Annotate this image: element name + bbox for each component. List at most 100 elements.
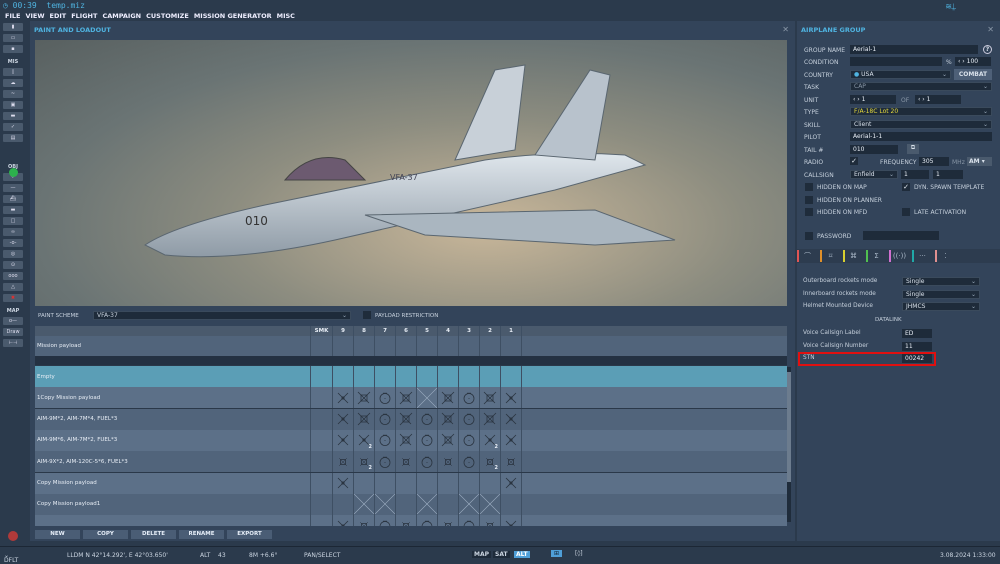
skill-select[interactable]: Client⌄	[850, 120, 992, 129]
payload-cell[interactable]: 2	[353, 451, 374, 472]
payload-cell[interactable]	[500, 494, 521, 515]
sat-button[interactable]: SAT	[493, 551, 510, 558]
payload-cell[interactable]	[353, 515, 374, 526]
mission-payload-row[interactable]: Mission payload	[35, 336, 787, 356]
datalink-input[interactable]: ED	[902, 329, 932, 338]
zone-button[interactable]: ▣	[3, 101, 23, 109]
close-icon[interactable]: ✕	[987, 25, 994, 34]
weather-button[interactable]: ☁	[3, 79, 23, 87]
option-select[interactable]: JHMCS⌄	[902, 302, 980, 311]
payload-cell[interactable]	[416, 387, 437, 408]
menu-edit[interactable]: EDIT	[50, 11, 67, 21]
condition-spinner[interactable]: ‹ › 100	[955, 57, 991, 66]
menu-campaign[interactable]: CAMPAIGN	[102, 11, 141, 21]
station-header[interactable]: 7	[374, 326, 395, 336]
open-button[interactable]: ▭	[3, 34, 23, 42]
country-select[interactable]: ● USA⌄	[850, 70, 951, 79]
payload-cell[interactable]	[416, 366, 437, 387]
payload-cell[interactable]	[479, 366, 500, 387]
menu-flight[interactable]: FLIGHT	[71, 11, 97, 21]
option-select[interactable]: Single⌄	[902, 277, 980, 286]
payload-cell[interactable]	[332, 494, 353, 515]
payload-cell[interactable]	[353, 473, 374, 494]
aircraft-preview[interactable]: 010 VFA-37	[35, 40, 787, 306]
payload-cell[interactable]	[458, 387, 479, 408]
payload-cell[interactable]	[479, 494, 500, 515]
group-name-input[interactable]: Aerial-1	[850, 45, 978, 54]
tab-additional[interactable]: ···	[912, 250, 931, 262]
payload-cell[interactable]	[500, 451, 521, 472]
payload-cell[interactable]	[395, 336, 416, 356]
tab-targets[interactable]: ⌑	[820, 250, 839, 262]
callsign-number-2[interactable]: 1	[933, 170, 963, 179]
payload-cell[interactable]	[479, 387, 500, 408]
payload-cell[interactable]	[332, 336, 353, 356]
delete-button[interactable]: DELETE	[131, 530, 176, 539]
copy-tail-icon[interactable]: ⧉	[907, 144, 919, 154]
payload-cell[interactable]	[458, 336, 479, 356]
map-layer-icon[interactable]: ⊞	[551, 550, 562, 557]
nav-target-button[interactable]: ◎	[3, 250, 23, 258]
payload-cell[interactable]	[437, 494, 458, 515]
up-arrow-icon[interactable]	[9, 168, 18, 177]
payload-cell[interactable]	[458, 430, 479, 451]
payload-cell[interactable]: 2	[479, 430, 500, 451]
type-select[interactable]: F/A-18C Lot 20⌄	[850, 107, 992, 116]
payload-cell[interactable]	[437, 336, 458, 356]
payload-cell[interactable]	[416, 451, 437, 472]
combat-button[interactable]: COMBAT	[954, 69, 992, 80]
measure-button[interactable]: ⊢⊣	[3, 339, 23, 347]
payload-cell[interactable]	[500, 387, 521, 408]
menu-customize[interactable]: CUSTOMIZE	[146, 11, 189, 21]
station-header[interactable]: 3	[458, 326, 479, 336]
task-select[interactable]: CAP⌄	[850, 82, 992, 91]
payload-row[interactable]: AIM-9X*2, AIM-120C-5*6, FUEL*322	[35, 451, 787, 472]
payload-cell[interactable]	[437, 366, 458, 387]
payload-cell[interactable]	[458, 366, 479, 387]
table-scrollbar[interactable]	[787, 367, 791, 522]
payload-cell[interactable]	[437, 451, 458, 472]
payload-cell[interactable]	[374, 494, 395, 515]
help-button[interactable]: ?	[983, 45, 992, 54]
payload-cell[interactable]	[479, 409, 500, 430]
datalink-input[interactable]: 11	[902, 342, 932, 351]
payload-cell[interactable]	[374, 515, 395, 526]
vehicle-button[interactable]: ▬	[3, 206, 23, 214]
payload-cell[interactable]	[458, 451, 479, 472]
menu-view[interactable]: VIEW	[25, 11, 44, 21]
waypoint-button[interactable]: -o-	[3, 239, 23, 247]
payload-cell[interactable]	[353, 387, 374, 408]
payload-cell[interactable]	[310, 336, 332, 356]
payload-row[interactable]: Copy Mission payload1	[35, 494, 787, 515]
close-icon[interactable]: ✕	[782, 25, 789, 34]
pilot-input[interactable]: Aerial-1-1	[850, 132, 992, 141]
new-button[interactable]: NEW	[35, 530, 80, 539]
late-activation-checkbox[interactable]	[902, 208, 910, 216]
payload-cell[interactable]	[416, 494, 437, 515]
payload-cell[interactable]	[395, 515, 416, 526]
tab-summary[interactable]: Σ	[866, 250, 885, 262]
payload-cell[interactable]	[332, 473, 353, 494]
export-button[interactable]: EXPORT	[227, 530, 272, 539]
payload-cell[interactable]	[374, 473, 395, 494]
hidden-on-map-checkbox[interactable]	[805, 183, 813, 191]
payload-cell[interactable]	[458, 473, 479, 494]
payload-cell[interactable]	[437, 473, 458, 494]
payload-cell[interactable]	[395, 387, 416, 408]
resources-button[interactable]: ▬	[3, 112, 23, 120]
payload-cell[interactable]	[353, 366, 374, 387]
paint-scheme-select[interactable]: VFA-37⌄	[93, 311, 351, 320]
record-icon[interactable]	[8, 531, 18, 541]
radio-checkbox[interactable]: ✓	[850, 157, 858, 165]
payload-cell[interactable]	[395, 451, 416, 472]
station-header[interactable]: 4	[437, 326, 458, 336]
menu-mission-generator[interactable]: MISSION GENERATOR	[194, 11, 272, 21]
payload-cell[interactable]	[395, 409, 416, 430]
briefing-button[interactable]: ▯	[3, 68, 23, 76]
payload-cell[interactable]	[500, 473, 521, 494]
payload-cell[interactable]	[310, 451, 332, 472]
callsign-select[interactable]: Enfield⌄	[850, 170, 898, 179]
delete-button[interactable]: ✖	[3, 294, 23, 302]
payload-cell[interactable]	[458, 515, 479, 526]
callsign-number-1[interactable]: 1	[901, 170, 929, 179]
